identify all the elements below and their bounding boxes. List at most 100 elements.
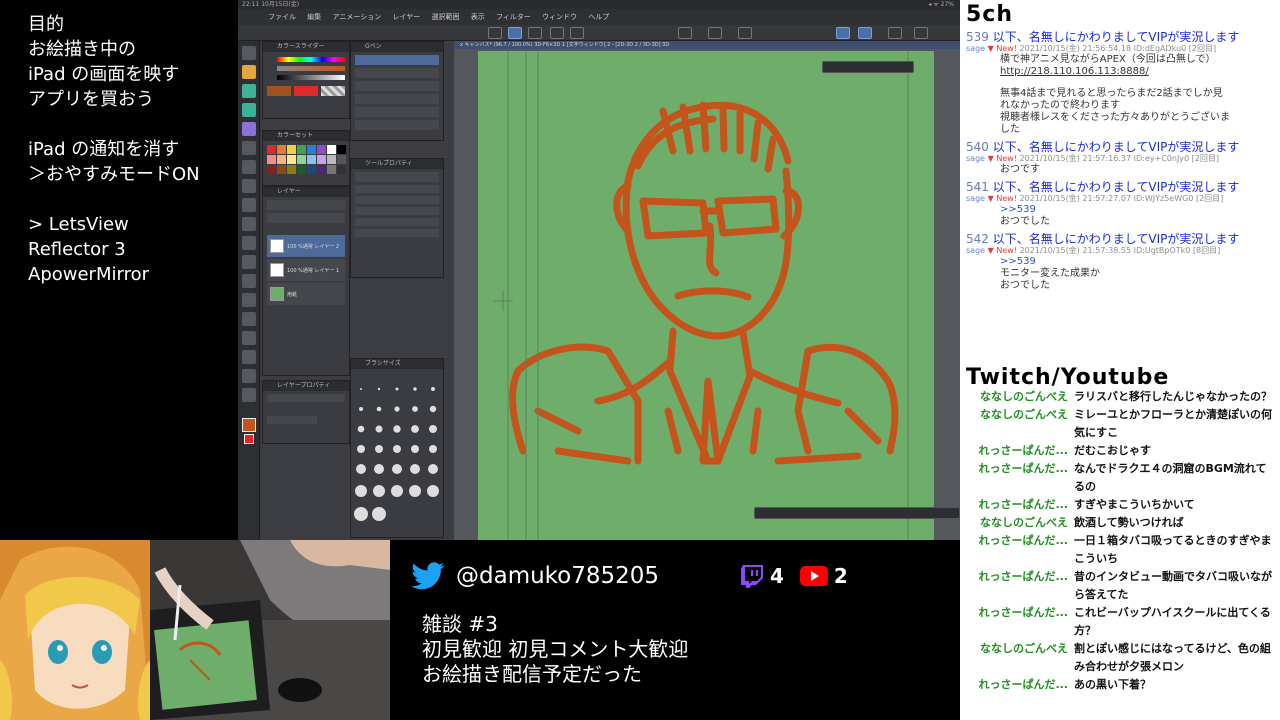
pencil-tool-icon[interactable] (241, 103, 256, 117)
pen-tool-icon[interactable] (241, 65, 256, 79)
chat-message: れっさーぱんだ... だむこおじゃす (960, 442, 1280, 460)
settings-icon[interactable] (914, 27, 928, 39)
menu-filter[interactable]: フィルター (496, 13, 531, 21)
ipad-screen: 22:11 10月15日(金) ◂ ᯤ 27% ファイル 編集 アニメーション … (238, 0, 960, 540)
select-icon[interactable] (708, 27, 722, 39)
eraser-mode-icon[interactable] (858, 27, 872, 39)
twitch-icon (741, 565, 763, 588)
color-chip[interactable] (294, 86, 318, 96)
menu-edit[interactable]: 編集 (307, 13, 321, 21)
twitch-viewer-count: 4 (770, 564, 784, 588)
fivech-panel: 5ch 539 以下、名無しにかわりましてVIPが実況します sage ▼ Ne… (960, 0, 1280, 362)
layer-row[interactable]: 100 %通常 レイヤー 1 (267, 259, 345, 281)
chat-message: ななしのごんべえ ミレーユとかフローラとか清楚ぽいの何気にすこ (960, 406, 1280, 442)
pen-mode-icon[interactable] (836, 27, 850, 39)
transparent-chip[interactable] (321, 86, 345, 96)
menu-selection[interactable]: 選択範囲 (431, 13, 459, 21)
paste-icon[interactable] (570, 27, 584, 39)
chat-text: 昔のインタビュー動画でタバコ吸いながら答えてた (1074, 570, 1272, 601)
chat-message: れっさーぱんだ... 一日１箱タバコ吸ってるときのすぎやまこういち (960, 532, 1280, 568)
gradient-tool-icon[interactable] (241, 293, 256, 307)
color-chip[interactable] (267, 86, 291, 96)
post-body: 視聴者様レスをくださった方々ありがとうございま (1000, 112, 1230, 123)
save-icon[interactable] (528, 27, 542, 39)
text-tool-icon[interactable] (241, 331, 256, 345)
menu-help[interactable]: ヘルプ (588, 13, 609, 21)
select-tool-icon[interactable] (241, 160, 256, 174)
post-body: 無事4話まで見れると思ったらまだ2話までしか見 (1000, 88, 1223, 99)
menu-file[interactable]: ファイル (268, 13, 296, 21)
post-reply-anchor[interactable]: >>539 (966, 204, 1274, 216)
post-meta: 2021/10/15(金) 21:56:54.18 ID:dEgADku0 [2… (1019, 44, 1217, 53)
chat-text: すぎやまこういちかいて (1074, 498, 1195, 511)
panel-title: Gペン (351, 42, 443, 52)
transform-icon[interactable] (678, 27, 692, 39)
menu-view[interactable]: 表示 (471, 13, 485, 21)
chat-text: だむこおじゃす (1074, 444, 1151, 457)
floating-bar-bottom[interactable] (754, 507, 960, 519)
collar-right (714, 367, 842, 465)
fill-icon[interactable] (738, 27, 752, 39)
layer-name: 100 %通常 レイヤー 1 (287, 267, 340, 274)
brush-tool-icon[interactable] (241, 84, 256, 98)
webcam-image (150, 540, 390, 720)
main-color-swatch[interactable] (241, 418, 256, 432)
tie (699, 377, 722, 465)
drawing-canvas[interactable] (478, 51, 934, 540)
app-menu-bar: ファイル 編集 アニメーション レイヤー 選択範囲 表示 フィルター ウィンドウ… (238, 9, 960, 25)
undo-icon[interactable] (488, 27, 502, 39)
new-file-icon[interactable] (508, 27, 522, 39)
rotate-icon[interactable] (888, 27, 902, 39)
menu-animation[interactable]: アニメーション (332, 13, 381, 21)
floating-navigator[interactable] (822, 61, 914, 73)
frame-tool-icon[interactable] (241, 388, 256, 402)
copy-icon[interactable] (550, 27, 564, 39)
post-body: おつでした (1000, 280, 1050, 291)
stream-title-line: 初見歓迎 初見コメント大歓迎 (422, 637, 689, 661)
post-link[interactable]: http://218.110.106.113:8888/ (966, 66, 1274, 78)
chat-text: これビーバップハイスクールに出てくる方？ (1074, 606, 1271, 637)
chat-message: ななしのごんべえ 飲酒して勢いつければ (960, 514, 1280, 532)
post-reply-anchor[interactable]: >>539 (966, 256, 1274, 268)
chat-nick: れっさーぱんだ... (978, 534, 1068, 547)
notes-line: アプリを買おう (28, 89, 154, 110)
layer-row[interactable]: 100 %通常 レイヤー 2 (267, 235, 345, 257)
canvas-tab[interactable]: x キャンバス* (96.7 / 100.0%) 3D-F6×3D 1 [文字ウ… (454, 41, 960, 49)
move-tool-icon[interactable] (241, 141, 256, 155)
notes-line: お絵描き中の (28, 39, 136, 60)
stream-title-line: 雑談 #3 (422, 612, 498, 636)
layer-property-panel: レイヤープロパティ (262, 380, 350, 444)
post-body: モニター変えた成果か (1000, 268, 1100, 279)
menu-window[interactable]: ウィンドウ (542, 13, 577, 21)
color-set-grid[interactable] (267, 145, 346, 174)
zoom-tool-icon[interactable] (241, 46, 256, 60)
color-slider-panel: カラースライダー (262, 41, 350, 119)
post-body: した (1000, 124, 1020, 135)
hand-tool-icon[interactable] (241, 369, 256, 383)
menu-layer[interactable]: レイヤー (392, 13, 420, 21)
eraser-tool-icon[interactable] (241, 236, 256, 250)
post-body: おつです (1000, 164, 1040, 175)
chat-text: 飲酒して勢いつければ (1074, 516, 1184, 529)
saturation-slider[interactable] (277, 66, 345, 71)
post-body: れなかったので終わります (1000, 100, 1120, 111)
wand-tool-icon[interactable] (241, 198, 256, 212)
ipad-status-bar: 22:11 10月15日(金) ◂ ᯤ 27% (238, 0, 960, 9)
hue-slider[interactable] (277, 57, 345, 62)
chat-text: あの黒い下着？ (1074, 678, 1151, 691)
ruler-tool-icon[interactable] (241, 350, 256, 364)
value-slider[interactable] (277, 75, 345, 80)
eyedropper-tool-icon[interactable] (241, 217, 256, 231)
sub-color-swatch[interactable] (243, 434, 254, 444)
blend-tool-icon[interactable] (241, 255, 256, 269)
brush-size-grid[interactable] (351, 369, 443, 529)
lasso-tool-icon[interactable] (241, 179, 256, 193)
airbrush-tool-icon[interactable] (241, 122, 256, 136)
chat-nick: ななしのごんべえ (980, 642, 1068, 655)
layer-row[interactable]: 用紙 (267, 283, 345, 305)
post-subject: 以下、名無しにかわりましてVIPが実況します (992, 30, 1240, 44)
fill-tool-icon[interactable] (241, 274, 256, 288)
twitter-handle[interactable]: @damuko785205 (456, 560, 659, 592)
chat-text: 一日１箱タバコ吸ってるときのすぎやまこういち (1074, 534, 1272, 565)
figure-tool-icon[interactable] (241, 312, 256, 326)
